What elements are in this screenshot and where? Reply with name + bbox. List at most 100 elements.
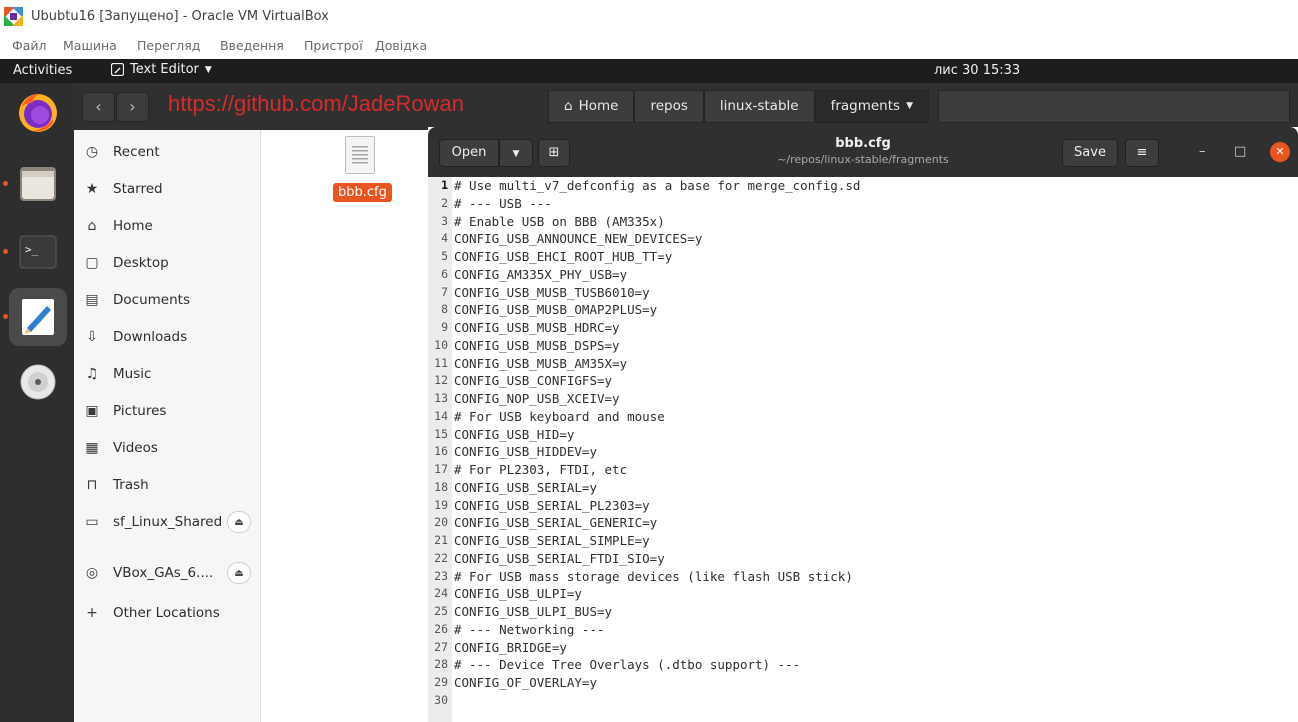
menu-button[interactable]: ≡ — [1125, 139, 1159, 167]
eject-icon: ⏏ — [234, 517, 244, 528]
home-icon: ⌂ — [87, 217, 97, 234]
sidebar-item-documents[interactable]: ▤ Documents — [74, 281, 260, 318]
dock-terminal[interactable]: >_ — [9, 223, 67, 281]
line-number: 25 — [434, 604, 448, 618]
document-path: ~/repos/linux-stable/fragments — [777, 153, 949, 166]
line-number: 7 — [441, 284, 448, 299]
line-number: 3 — [441, 213, 448, 228]
back-button[interactable]: ‹ — [82, 92, 115, 122]
app-menu-label: Text Editor — [130, 62, 199, 77]
line-text: # --- Networking --- — [454, 621, 605, 637]
dock-dvd[interactable] — [9, 353, 67, 411]
sidebar-item-other-locations[interactable]: + Other Locations — [74, 594, 260, 631]
dvd-icon — [20, 364, 56, 400]
sidebar-item-recent[interactable]: ◷ Recent — [74, 133, 260, 170]
menu-devices[interactable]: Пристрої — [304, 38, 363, 53]
file-name-label: bbb.cfg — [333, 183, 392, 202]
clock-icon: ◷ — [85, 143, 99, 160]
code-line: 5 CONFIG_USB_EHCI_ROOT_HUB_TT=y — [428, 248, 1298, 266]
crumb-linux-stable[interactable]: linux-stable — [703, 90, 815, 123]
line-number: 11 — [434, 355, 448, 370]
menu-file[interactable]: Файл — [12, 38, 47, 53]
line-text: CONFIG_BRIDGE=y — [454, 639, 567, 655]
close-button[interactable]: ✕ — [1270, 142, 1290, 162]
line-text: # --- USB --- — [454, 195, 552, 211]
pathbar-empty-area — [938, 90, 1290, 123]
firefox-icon — [19, 94, 57, 132]
crumb-fragments[interactable]: fragments ▼ — [814, 90, 929, 123]
dock-text-editor[interactable] — [9, 288, 67, 346]
text-file-icon — [345, 136, 375, 174]
sidebar-item-desktop[interactable]: ▢ Desktop — [74, 244, 260, 281]
gnome-topbar: Activities Text Editor ▼ лис 30 15:33 — [0, 59, 1298, 83]
eject-button[interactable]: ⏏ — [227, 511, 251, 533]
dock: >_ — [0, 83, 74, 722]
code-line: 15 CONFIG_USB_HID=y — [428, 426, 1298, 444]
code-line: 18 CONFIG_USB_SERIAL=y — [428, 479, 1298, 497]
editor-text-area[interactable]: 1 # Use multi_v7_defconfig as a base for … — [428, 177, 1298, 722]
downloads-icon: ⇩ — [86, 328, 98, 345]
eject-button[interactable]: ⏏ — [227, 562, 251, 584]
line-text: CONFIG_OF_OVERLAY=y — [454, 675, 597, 690]
sidebar-item-sf-linux-shared[interactable]: ▭ sf_Linux_Shared ⏏ — [74, 503, 260, 540]
sidebar-item-starred[interactable]: ★ Starred — [74, 170, 260, 207]
activities-button[interactable]: Activities — [13, 63, 72, 78]
line-number: 26 — [434, 621, 448, 636]
code-line: 19 CONFIG_USB_SERIAL_PL2303=y — [428, 497, 1298, 515]
line-text: CONFIG_USB_MUSB_HDRC=y — [454, 320, 620, 335]
app-menu-button[interactable]: Text Editor ▼ — [111, 62, 212, 77]
save-button[interactable]: Save — [1062, 139, 1118, 167]
menu-help[interactable]: Довідка — [375, 38, 427, 53]
sidebar-item-trash[interactable]: ⊓ Trash — [74, 466, 260, 503]
home-icon: ⌂ — [564, 98, 573, 114]
sidebar-item-music[interactable]: ♫ Music — [74, 355, 260, 392]
sidebar-item-label: Downloads — [113, 328, 188, 345]
line-text: CONFIG_USB_SERIAL_SIMPLE=y — [454, 533, 650, 548]
code-line: 25 CONFIG_USB_ULPI_BUS=y — [428, 603, 1298, 621]
disc-icon: ◎ — [85, 564, 99, 581]
code-line: 30 — [428, 692, 1298, 710]
dock-firefox[interactable] — [9, 83, 67, 141]
line-text: CONFIG_USB_ANNOUNCE_NEW_DEVICES=y — [454, 231, 703, 247]
music-icon: ♫ — [85, 365, 99, 382]
menu-input[interactable]: Введення — [220, 38, 284, 53]
vbox-menubar: Файл Машина Перегляд Введення Пристрої Д… — [0, 34, 1298, 58]
code-line: 27 CONFIG_BRIDGE=y — [428, 639, 1298, 657]
line-text: CONFIG_USB_MUSB_DSPS=y — [454, 337, 620, 353]
code-line: 26 # --- Networking --- — [428, 621, 1298, 639]
sidebar-item-downloads[interactable]: ⇩ Downloads — [74, 318, 260, 355]
crumb-repos[interactable]: repos — [634, 90, 704, 123]
line-text: CONFIG_NOP_USB_XCEIV=y — [454, 391, 620, 406]
breadcrumb: ⌂ Home repos linux-stable fragments ▼ — [548, 90, 929, 123]
line-number: 8 — [441, 302, 448, 317]
sidebar-item-vbox-gas[interactable]: ◎ VBox_GAs_6.... ⏏ — [74, 554, 260, 591]
crumb-label: fragments — [830, 98, 901, 114]
line-text: # For USB mass storage devices (like fla… — [454, 568, 853, 584]
vbox-window-title: Ububtu16 [Запущено] - Oracle VM VirtualB… — [31, 9, 329, 24]
line-number: 20 — [434, 515, 448, 530]
menu-view[interactable]: Перегляд — [137, 38, 200, 53]
minimize-button[interactable]: – — [1199, 145, 1206, 159]
forward-button[interactable]: › — [116, 92, 149, 122]
code-line: 29 CONFIG_OF_OVERLAY=y — [428, 674, 1298, 692]
chevron-right-icon: › — [129, 97, 136, 116]
code-line: 14 # For USB keyboard and mouse — [428, 408, 1298, 426]
line-text: CONFIG_USB_EHCI_ROOT_HUB_TT=y — [454, 249, 673, 264]
caret-down-icon: ▼ — [906, 101, 913, 111]
crumb-home[interactable]: ⌂ Home — [548, 90, 635, 123]
sidebar-item-home[interactable]: ⌂ Home — [74, 207, 260, 244]
line-number: 14 — [434, 408, 448, 423]
star-icon: ★ — [85, 180, 99, 197]
menu-machine[interactable]: Машина — [63, 38, 117, 53]
clock[interactable]: лис 30 15:33 — [934, 63, 1020, 78]
maximize-button[interactable]: □ — [1234, 145, 1246, 159]
dock-files[interactable] — [9, 155, 67, 213]
close-icon: ✕ — [1275, 145, 1285, 158]
text-editor-icon — [22, 299, 54, 335]
running-indicator — [3, 249, 8, 254]
sidebar-item-videos[interactable]: ▦ Videos — [74, 429, 260, 466]
code-line: 6 CONFIG_AM335X_PHY_USB=y — [428, 266, 1298, 284]
sidebar-item-pictures[interactable]: ▣ Pictures — [74, 392, 260, 429]
plus-icon: + — [86, 604, 98, 621]
code-line: 17 # For PL2303, FTDI, etc — [428, 461, 1298, 479]
